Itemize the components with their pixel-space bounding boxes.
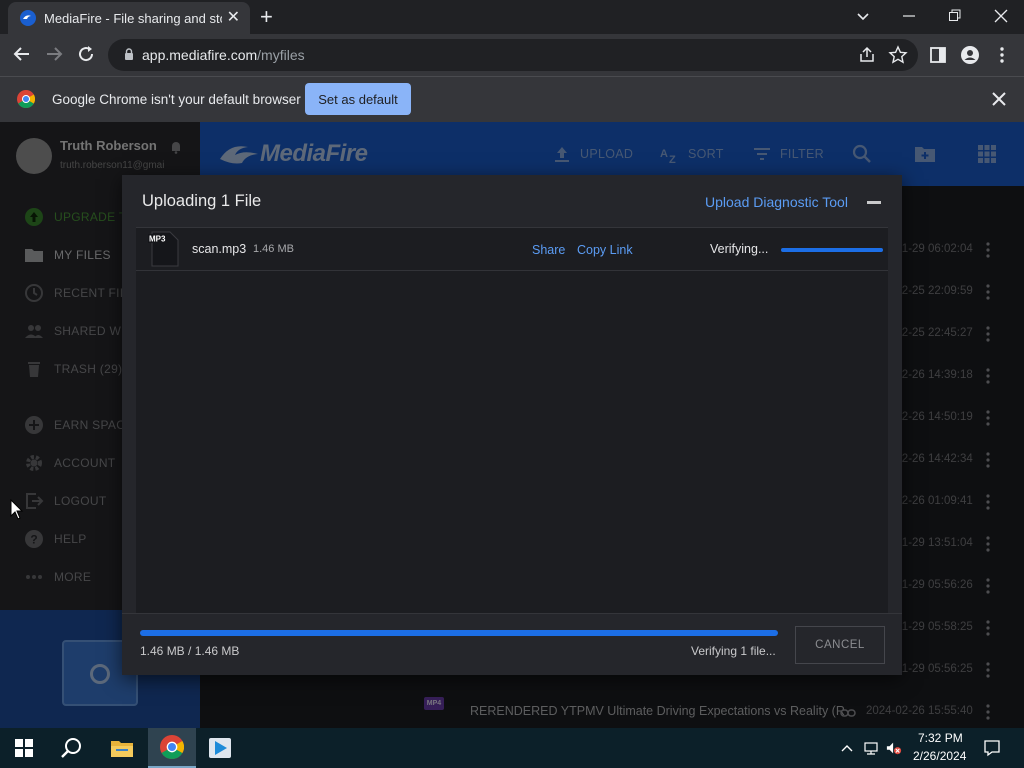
tab-title: MediaFire - File sharing and storage — [44, 10, 222, 26]
side-panel-icon[interactable] — [928, 45, 948, 65]
clock-time[interactable]: 7:32 PM — [918, 731, 963, 745]
url-text[interactable]: app.mediafire.com/myfiles — [142, 47, 305, 63]
media-player-icon — [209, 738, 231, 758]
tab-search-icon[interactable] — [856, 6, 870, 26]
upload-list — [136, 228, 888, 613]
profile-icon[interactable] — [960, 45, 980, 65]
dialog-title: Uploading 1 File — [142, 192, 262, 210]
upload-row — [136, 228, 888, 271]
taskbar-media-app[interactable] — [196, 728, 244, 768]
mouse-cursor-icon — [10, 499, 24, 520]
upload-file-name: scan.mp3 — [192, 242, 247, 256]
footer-status: Verifying 1 file... — [691, 644, 776, 658]
kebab-menu-icon[interactable] — [992, 45, 1012, 65]
back-arrow-icon[interactable] — [12, 44, 32, 64]
chrome-logo-icon — [17, 90, 35, 108]
upload-diagnostic-link[interactable]: Upload Diagnostic Tool — [705, 194, 848, 210]
set-default-button[interactable]: Set as default — [305, 83, 411, 115]
upload-dialog: Uploading 1 File Upload Diagnostic Tool … — [122, 175, 902, 675]
infobar-close-icon[interactable] — [991, 91, 1007, 107]
file-progress-fill — [781, 248, 883, 252]
tab-close-icon[interactable]: ✕ — [227, 10, 240, 26]
reload-icon[interactable] — [76, 44, 96, 64]
start-button[interactable] — [0, 728, 48, 768]
file-type-badge: MP3 — [149, 235, 166, 244]
taskbar-chrome[interactable] — [148, 728, 196, 768]
notifications-icon[interactable] — [983, 739, 1001, 757]
chrome-icon — [160, 735, 184, 759]
infobar-message: Google Chrome isn't your default browser — [52, 92, 301, 107]
minimize-dialog-icon[interactable] — [867, 201, 881, 204]
mp3-file-icon: MP3 — [148, 231, 179, 267]
browser-titlebar: MediaFire - File sharing and storage ✕ + — [0, 0, 1024, 34]
bookmark-star-icon[interactable] — [888, 45, 908, 65]
minimize-icon[interactable] — [902, 6, 916, 26]
upload-status: Verifying... — [710, 242, 769, 256]
share-link[interactable]: Share — [532, 243, 565, 257]
upload-file-size: 1.46 MB — [253, 243, 294, 255]
taskbar-search-button[interactable] — [48, 728, 96, 768]
forward-arrow-icon[interactable] — [44, 44, 64, 64]
taskbar-file-explorer[interactable] — [98, 728, 146, 768]
chevron-up-icon[interactable] — [839, 740, 855, 756]
share-page-icon[interactable] — [857, 45, 877, 65]
network-icon[interactable] — [863, 740, 879, 756]
copy-link[interactable]: Copy Link — [577, 243, 633, 257]
restore-icon[interactable] — [948, 6, 962, 26]
file-explorer-icon — [111, 741, 133, 757]
search-icon — [61, 738, 81, 758]
lock-icon[interactable] — [124, 48, 134, 60]
windows-logo-icon — [15, 739, 33, 757]
bytes-transferred: 1.46 MB / 1.46 MB — [140, 644, 240, 658]
file-progress-bar — [781, 248, 883, 252]
browser-tab[interactable]: MediaFire - File sharing and storage ✕ — [8, 2, 250, 34]
close-window-icon[interactable] — [994, 6, 1008, 26]
new-tab-button[interactable]: + — [260, 6, 273, 28]
cancel-button[interactable]: CANCEL — [795, 626, 885, 664]
clock-date[interactable]: 2/26/2024 — [913, 749, 966, 763]
volume-muted-icon[interactable] — [886, 740, 902, 756]
mediafire-favicon-icon — [20, 10, 36, 26]
total-progress-fill — [140, 630, 778, 636]
total-progress-bar — [140, 630, 778, 636]
